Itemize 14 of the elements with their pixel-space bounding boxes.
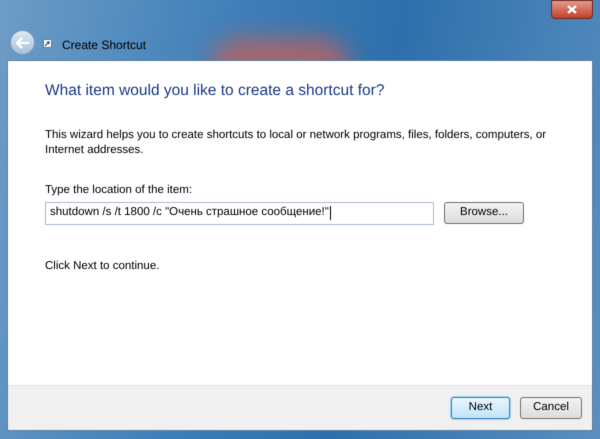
back-arrow-icon — [16, 36, 30, 48]
location-label: Type the location of the item: — [45, 183, 194, 198]
close-button[interactable] — [551, 0, 593, 19]
wizard-heading: What item would you like to create a shortcut for? — [45, 81, 386, 101]
window-title: Create Shortcut — [62, 37, 146, 54]
description-text: This wizard helps you to create shortcuts to local or network programs, files, folders, computers, or Internet addresses. — [45, 128, 548, 158]
browse-button[interactable]: Browse... — [444, 202, 524, 224]
location-field[interactable]: shutdown /s /t 1800 /c "Очень страшное сообщение!" — [45, 202, 434, 224]
footer-button[interactable]: Next — [451, 397, 510, 419]
hint-text: Click Next to continue. — [45, 258, 160, 274]
footer-button[interactable]: Cancel — [520, 397, 582, 419]
back-button[interactable] — [10, 30, 35, 55]
shortcut-icon — [43, 39, 52, 48]
close-icon — [567, 5, 577, 14]
